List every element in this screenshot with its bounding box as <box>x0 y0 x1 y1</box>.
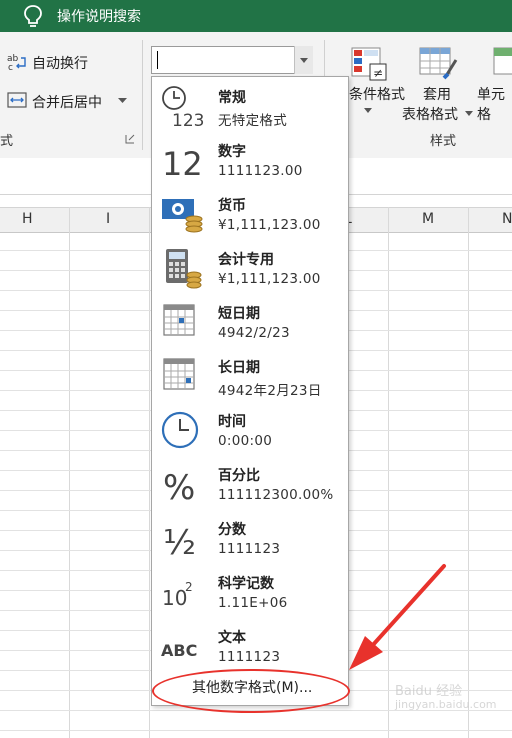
watermark-logo-text: Baidu 经验 <box>395 684 463 699</box>
format-item-fraction[interactable]: ½ 分数 1111123 <box>152 511 348 565</box>
format-label: 长日期 <box>218 360 260 376</box>
watermark-url: jingyan.baidu.com <box>395 698 497 711</box>
currency-icon <box>162 199 203 233</box>
format-label: 短日期 <box>218 306 260 322</box>
percent-icon: % <box>163 468 195 505</box>
group-styles-label: 样式 <box>430 134 457 149</box>
svg-text:123: 123 <box>172 111 204 127</box>
format-item-general[interactable]: 123 常规 无特定格式 <box>152 79 348 133</box>
number-format-dropdown: 123 常规 无特定格式 12 数字 1111123.00 货币 ¥1,111,… <box>151 76 349 706</box>
fraction-icon: ½ <box>163 523 196 559</box>
format-sample: ¥1,111,123.00 <box>218 271 321 287</box>
svg-text:2: 2 <box>185 580 193 594</box>
svg-text:10: 10 <box>162 586 187 610</box>
format-label: 科学记数 <box>218 576 274 592</box>
format-label: 货币 <box>218 198 246 214</box>
svg-text:≠: ≠ <box>373 66 383 80</box>
number-format-dropdown-button[interactable] <box>294 46 313 74</box>
chevron-down-icon[interactable] <box>465 111 473 116</box>
grid-line <box>388 207 389 738</box>
dialog-launcher-icon[interactable] <box>125 134 135 144</box>
clock-icon <box>161 411 199 449</box>
format-label: 会计专用 <box>218 252 274 268</box>
format-sample: 4942/2/23 <box>218 325 290 341</box>
format-item-percentage[interactable]: % 百分比 111112300.00% <box>152 457 348 511</box>
format-item-text[interactable]: ABC 文本 1111123 <box>152 619 348 673</box>
grid-line <box>149 207 150 738</box>
cell-styles-icon <box>493 47 512 75</box>
format-as-table-line2[interactable]: 表格格式 <box>402 104 458 124</box>
clock-123-icon: 123 <box>162 86 204 127</box>
highlight-ellipse <box>152 669 350 713</box>
format-label: 常规 <box>218 90 246 106</box>
text-abc-icon: ABC <box>161 641 197 660</box>
merge-center-icon <box>7 92 27 108</box>
format-label: 百分比 <box>218 468 260 484</box>
format-sample: 4942年2月23日 <box>218 383 322 399</box>
format-item-currency[interactable]: 货币 ¥1,111,123.00 <box>152 187 348 241</box>
group-alignment-label: 式 <box>0 134 14 149</box>
grid-line <box>0 730 512 731</box>
format-label: 时间 <box>218 414 246 430</box>
number-12-icon: 12 <box>162 145 203 181</box>
format-as-table-line1[interactable]: 套用 <box>423 84 451 104</box>
column-header-m[interactable]: M <box>422 211 434 227</box>
format-sample: 1111123 <box>218 649 281 665</box>
format-sample: 0:00:00 <box>218 433 273 449</box>
format-item-time[interactable]: 时间 0:00:00 <box>152 403 348 457</box>
calendar-icon <box>163 304 195 336</box>
format-item-number[interactable]: 12 数字 1111123.00 <box>152 133 348 187</box>
svg-text:12: 12 <box>162 145 203 181</box>
format-as-table-icon <box>419 47 458 80</box>
scientific-icon: 10 2 <box>162 580 193 610</box>
format-sample: 1111123.00 <box>218 163 303 179</box>
text-cursor <box>157 51 158 69</box>
svg-text:%: % <box>163 468 195 505</box>
format-item-short-date[interactable]: 短日期 4942/2/23 <box>152 295 348 349</box>
format-sample: 无特定格式 <box>218 113 287 129</box>
column-header-i[interactable]: I <box>106 211 110 227</box>
column-header-h[interactable]: H <box>22 211 33 227</box>
format-item-long-date[interactable]: 长日期 4942年2月23日 <box>152 349 348 403</box>
format-label: 数字 <box>218 144 246 160</box>
conditional-format-button[interactable]: 条件格式 <box>349 84 405 104</box>
format-item-scientific[interactable]: 10 2 科学记数 1.11E+06 <box>152 565 348 619</box>
svg-text:c: c <box>8 63 13 72</box>
title-bar: 操作说明搜索 <box>0 0 512 32</box>
wrap-text-icon: ab c <box>7 54 26 72</box>
number-format-input[interactable] <box>151 46 313 74</box>
format-sample: ¥1,111,123.00 <box>218 217 321 233</box>
column-header-n[interactable]: N <box>502 211 512 227</box>
chevron-down-icon[interactable] <box>118 98 127 104</box>
grid-line <box>69 207 70 738</box>
accounting-icon <box>166 249 202 289</box>
conditional-format-icon: ≠ <box>351 47 387 81</box>
format-item-accounting[interactable]: 会计专用 ¥1,111,123.00 <box>152 241 348 295</box>
merge-center-button[interactable]: 合并后居中 <box>32 92 102 112</box>
lightbulb-icon <box>24 5 42 27</box>
format-sample: 1.11E+06 <box>218 595 288 611</box>
grid-line <box>468 207 469 738</box>
ribbon-separator <box>142 40 143 150</box>
tell-me-search[interactable]: 操作说明搜索 <box>57 6 141 26</box>
chevron-down-icon[interactable] <box>364 108 372 113</box>
format-label: 文本 <box>218 630 246 646</box>
svg-text:ABC: ABC <box>161 641 197 660</box>
wrap-text-button[interactable]: 自动换行 <box>32 53 88 73</box>
calendar-icon <box>163 358 195 390</box>
cell-styles-button[interactable]: 单元格 <box>477 84 512 124</box>
format-sample: 111112300.00% <box>218 487 334 503</box>
svg-text:½: ½ <box>163 523 196 559</box>
format-sample: 1111123 <box>218 541 281 557</box>
format-label: 分数 <box>218 522 246 538</box>
